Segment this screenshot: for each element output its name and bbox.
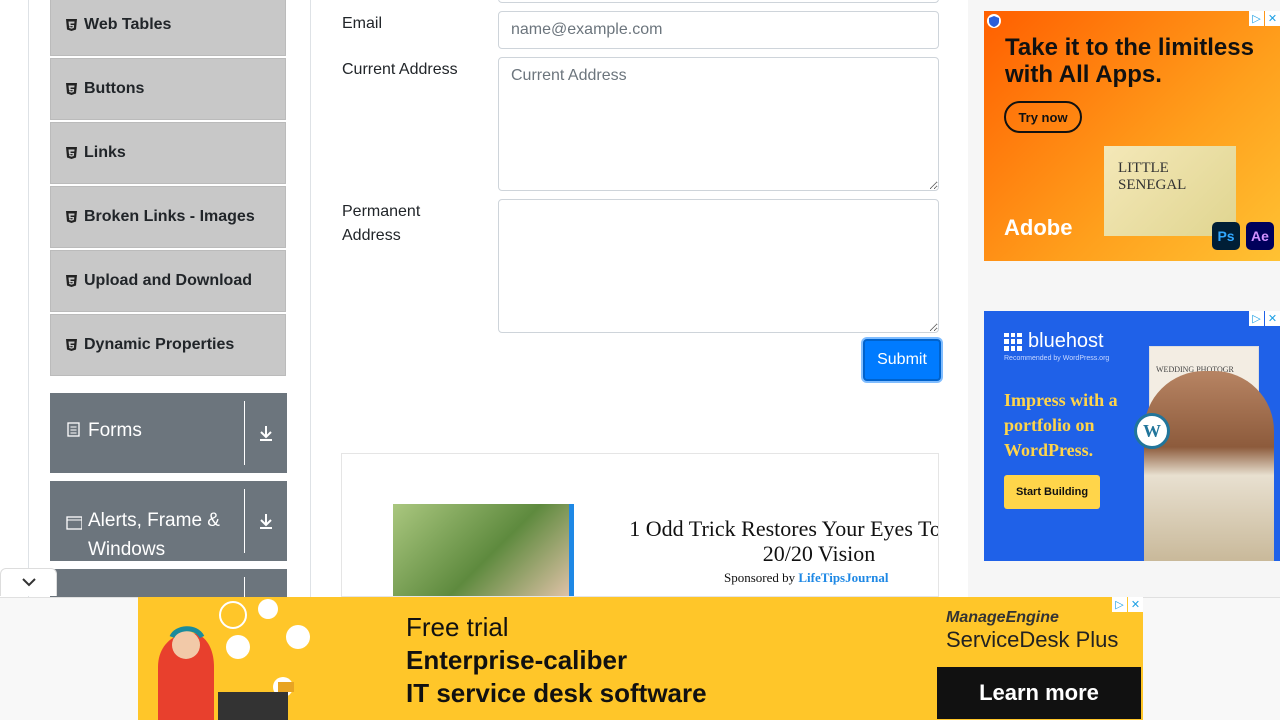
html5-icon: [66, 83, 77, 95]
collapse-ad-button[interactable]: [0, 568, 57, 596]
sidebar-item-label: Web Tables: [84, 16, 172, 33]
close-icon[interactable]: ✕: [1265, 311, 1280, 326]
html5-icon: [66, 339, 77, 351]
close-icon[interactable]: ✕: [1265, 11, 1280, 26]
close-icon[interactable]: ✕: [1128, 597, 1143, 612]
bluehost-ad[interactable]: ▷ ✕ WEDDING PHOTOGR W bluehost Recommende…: [984, 311, 1280, 561]
sponsored-by-prefix: Sponsored by: [724, 570, 796, 585]
current-address-label: Current Address: [342, 61, 458, 78]
adobe-headline: Take it to the limitless with All Apps.: [1005, 34, 1254, 88]
group-header-next[interactable]: [50, 569, 287, 597]
helpdesk-illustration: [158, 599, 310, 720]
sponsored-title[interactable]: 1 Odd Trick Restores Your Eyes To Perfec…: [604, 516, 938, 566]
photographer-image: [1144, 371, 1274, 561]
ad-choices-icon[interactable]: ▷: [1249, 11, 1264, 26]
servicedesk-plus-logo: ServiceDesk Plus: [946, 627, 1119, 652]
ad-choices[interactable]: ▷ ✕: [1248, 11, 1280, 26]
manageengine-copy: Free trial Enterprise-caliber IT service…: [406, 611, 707, 710]
html5-icon: [66, 19, 77, 31]
bluehost-logo: bluehost: [1004, 330, 1104, 353]
permanent-address-input[interactable]: [498, 199, 939, 333]
sidebar-item-web-tables[interactable]: Web Tables: [50, 0, 286, 56]
manageengine-line2: Enterprise-caliber: [406, 645, 628, 675]
group-header-label: Forms: [88, 420, 142, 441]
submit-button[interactable]: Submit: [863, 339, 941, 381]
sponsored-thumbnail[interactable]: [393, 504, 574, 596]
current-address-input[interactable]: [498, 57, 939, 191]
after-effects-icon: Ae: [1246, 222, 1274, 250]
ad-choices[interactable]: ▷ ✕: [1111, 597, 1143, 612]
form-icon: [66, 420, 82, 438]
manageengine-ad[interactable]: ▷ ✕ Free trial Enterprise-caliber IT serv…: [138, 597, 1143, 720]
sponsored-source[interactable]: LifeTipsJournal: [798, 570, 888, 585]
email-input[interactable]: [498, 11, 939, 49]
sidebar-item-broken-links[interactable]: Broken Links - Images: [50, 186, 286, 248]
ad-choices-icon[interactable]: ▷: [1249, 311, 1264, 326]
download-icon[interactable]: [245, 481, 287, 561]
group-header-label: Alerts, Frame & Windows: [88, 510, 220, 560]
group-header-forms[interactable]: Forms: [50, 393, 287, 473]
manageengine-logo: ManageEngine: [946, 609, 1059, 626]
previous-field-bottom: [498, 0, 939, 3]
email-label: Email: [342, 15, 383, 32]
chevron-down-icon: [21, 574, 37, 592]
adobe-ad[interactable]: ▷ ✕ Take it to the limitless with All App…: [984, 11, 1280, 261]
learn-more-button[interactable]: Learn more: [937, 667, 1141, 719]
manageengine-line3: IT service desk software: [406, 678, 707, 708]
sidebar-item-label: Links: [84, 144, 126, 161]
grid-icon: [1004, 332, 1022, 351]
permanent-address-label: Permanent Address: [342, 203, 421, 244]
sidebar-item-links[interactable]: Links: [50, 122, 286, 184]
sidebar-item-buttons[interactable]: Buttons: [50, 58, 286, 120]
download-icon[interactable]: [245, 393, 287, 473]
poster-text: LITTLE SENEGAL: [1118, 160, 1187, 193]
sidebar-item-upload-download[interactable]: Upload and Download: [50, 250, 286, 312]
sidebar-item-label: Broken Links - Images: [84, 208, 255, 225]
html5-icon: [66, 275, 77, 287]
adobe-logo: Adobe: [1004, 215, 1073, 240]
shield-icon: [987, 14, 1001, 28]
window-icon: [66, 514, 82, 532]
bluehost-subtitle: Recommended by WordPress.org: [1004, 355, 1110, 362]
ad-choices-icon[interactable]: ▷: [1112, 597, 1127, 612]
sponsored-card[interactable]: 1 Odd Trick Restores Your Eyes To Perfec…: [341, 453, 939, 597]
sidebar-item-label: Dynamic Properties: [84, 336, 235, 353]
sidebar-item-label: Buttons: [84, 80, 145, 97]
bluehost-brand: bluehost: [1028, 330, 1104, 352]
sidebar-item-dynamic-properties[interactable]: Dynamic Properties: [50, 314, 286, 376]
bluehost-cta-button[interactable]: Start Building: [1004, 475, 1100, 509]
photoshop-icon: Ps: [1212, 222, 1240, 250]
bluehost-headline: Impress with a portfolio on WordPress.: [1004, 390, 1118, 460]
sidebar-item-label: Upload and Download: [84, 272, 252, 289]
group-header-alerts[interactable]: Alerts, Frame & Windows: [50, 481, 287, 561]
ad-choices[interactable]: ▷ ✕: [1248, 311, 1280, 326]
html5-icon: [66, 211, 77, 223]
manageengine-line1: Free trial: [406, 612, 509, 642]
sponsored-by: Sponsored by LifeTipsJournal: [724, 570, 888, 586]
adobe-cta-button[interactable]: Try now: [1004, 101, 1082, 133]
html5-icon: [66, 147, 77, 159]
